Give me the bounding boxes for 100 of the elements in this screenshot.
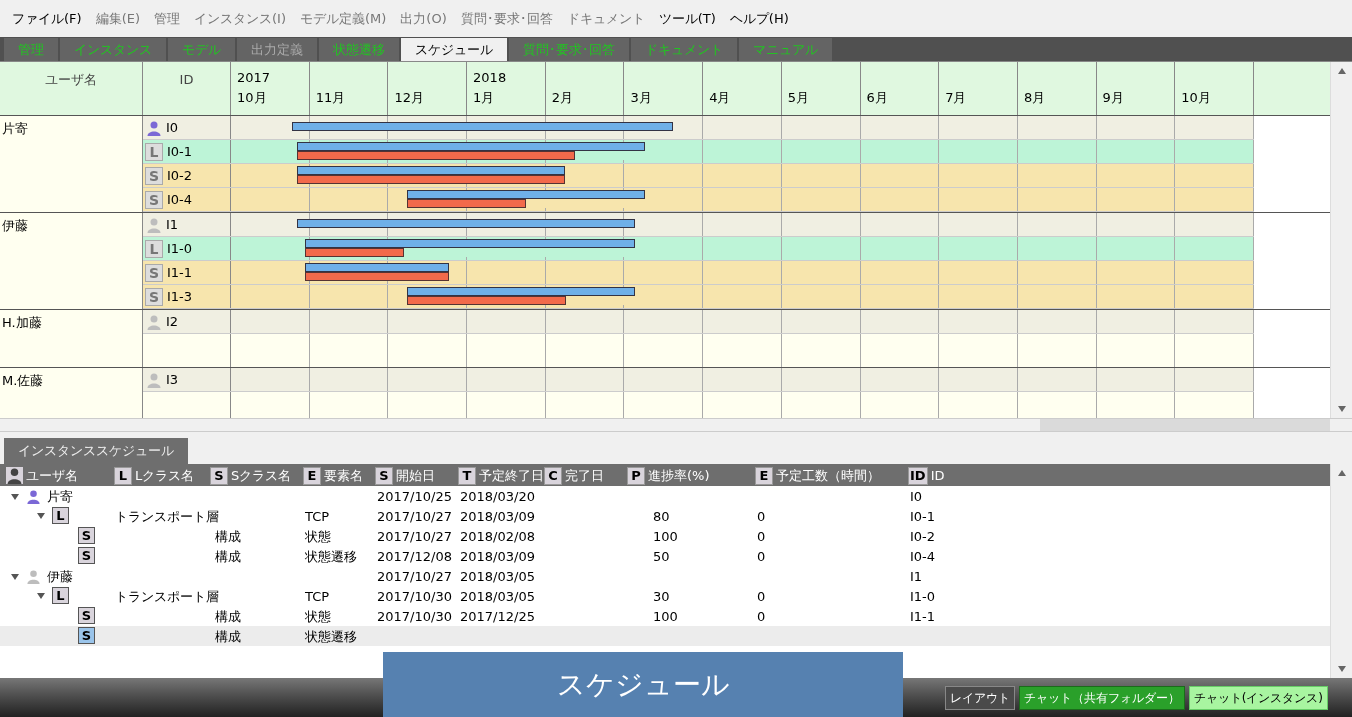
table-cell-text: 2017/10/30	[377, 608, 452, 626]
letter-badge: S	[375, 466, 393, 485]
table-cell-text: 2017/12/08	[377, 548, 452, 566]
id-label: I1-1	[167, 263, 193, 282]
user-name: 伊藤	[2, 218, 28, 233]
status-button[interactable]: チャット(インスタンス)	[1188, 685, 1328, 710]
table-cell-text: 2017/10/30	[377, 588, 452, 606]
table-cell-text: 2017/10/27	[377, 568, 452, 586]
column-header[interactable]: 進捗率(%)	[648, 466, 710, 486]
panel-tab[interactable]: インスタンススケジュール	[4, 438, 188, 464]
table-cell-text: I1-0	[910, 588, 936, 606]
column-header[interactable]: Sクラス名	[231, 466, 292, 486]
scrollbar[interactable]	[1330, 464, 1352, 678]
table-cell-text: 状態	[305, 608, 331, 626]
tab[interactable]: 管理	[4, 38, 58, 61]
table-cell-text: I0-1	[910, 508, 936, 526]
table-cell-text: 0	[757, 528, 766, 546]
table-cell-text: トランスポート層	[115, 588, 219, 606]
id-label: I3	[166, 370, 179, 389]
column-header[interactable]: 要素名	[324, 466, 363, 486]
month-label: 1月	[473, 88, 496, 107]
table-cell-text: 2018/03/09	[460, 508, 535, 526]
tab[interactable]: スケジュール	[401, 38, 507, 61]
column-header[interactable]: 予定終了日	[479, 466, 544, 486]
column-header[interactable]: ID	[930, 466, 945, 486]
menu-item[interactable]: ツール(T)	[658, 8, 716, 29]
table-cell-text: 80	[653, 508, 670, 526]
tab[interactable]: インスタンス	[60, 38, 166, 61]
letter-badge: S	[145, 287, 163, 306]
letter-badge: L	[52, 587, 69, 604]
id-label: I1	[166, 215, 179, 234]
letter-badge: S	[78, 547, 95, 564]
month-label: 4月	[709, 88, 732, 107]
menu-item[interactable]: ヘルプ(H)	[729, 8, 789, 29]
table-cell-text: 状態	[305, 528, 331, 546]
id-label: I1-0	[167, 239, 193, 258]
letter-badge: S	[145, 263, 163, 282]
letter-badge: S	[78, 607, 95, 624]
letter-badge: E	[303, 466, 321, 485]
status-button[interactable]: レイアウト	[944, 685, 1015, 710]
id-label: I0-4	[167, 190, 193, 209]
column-header[interactable]: Lクラス名	[135, 466, 195, 486]
letter-badge: ID	[908, 466, 928, 485]
scroll-up-icon[interactable]	[1337, 68, 1346, 74]
month-label: 2月	[551, 88, 575, 107]
id-label: I1-3	[167, 287, 193, 306]
user-name: 片寄	[2, 121, 28, 136]
letter-badge: T	[458, 466, 476, 485]
table-cell-text: 0	[757, 608, 766, 626]
tab[interactable]: マニュアル	[739, 38, 832, 61]
month-label: 6月	[866, 88, 889, 107]
user-name: M.佐藤	[2, 373, 44, 388]
id-label: I0	[166, 118, 179, 137]
column-header: ユーザ名	[0, 62, 143, 115]
column-header[interactable]: 完了日	[565, 466, 604, 486]
letter-badge: S	[210, 466, 228, 485]
letter-badge: S	[145, 166, 163, 185]
column-header[interactable]: ユーザ名	[26, 466, 78, 486]
table-cell-text: 30	[653, 588, 670, 606]
scrollbar[interactable]	[1330, 62, 1352, 418]
scroll-down-icon[interactable]	[1337, 406, 1346, 412]
table-cell-text: 0	[757, 588, 766, 606]
id-label: I2	[166, 312, 179, 331]
month-label: 5月	[787, 88, 811, 107]
year-label: 2017	[237, 69, 272, 87]
letter-badge: S	[145, 190, 163, 209]
month-label: 10月	[237, 88, 268, 107]
table-row[interactable]: S 構成 状態遷移	[0, 626, 1330, 646]
user-name: H.加藤	[2, 315, 42, 330]
letter-badge: L	[114, 466, 132, 485]
table-cell-text: 100	[653, 608, 678, 626]
table-cell-text: 構成	[215, 548, 241, 566]
table-cell-text: 0	[757, 548, 766, 566]
column-header[interactable]: 予定工数（時間）	[776, 466, 880, 486]
month-label: 7月	[945, 88, 968, 107]
table-cell-text: 2018/03/05	[460, 568, 535, 586]
expander-icon[interactable]	[11, 572, 19, 581]
table-cell-text: 2018/03/20	[460, 488, 535, 506]
expander-icon[interactable]	[11, 492, 19, 501]
column-header[interactable]: 開始日	[396, 466, 435, 486]
month-label: 11月	[315, 88, 347, 107]
table-cell-text: 0	[757, 508, 766, 526]
letter-badge: S	[78, 627, 95, 644]
scroll-down-icon[interactable]	[1337, 666, 1346, 672]
status-button[interactable]: チャット（共有フォルダー）	[1018, 685, 1185, 710]
tab[interactable]: ドキュメント	[631, 38, 737, 61]
table-cell-text: 構成	[215, 528, 241, 546]
person-icon	[6, 467, 23, 485]
id-label: I0-2	[167, 166, 193, 185]
tab[interactable]: 状態遷移	[319, 38, 399, 61]
menu-item[interactable]: ファイル(F)	[12, 8, 82, 29]
table-cell-text: TCP	[305, 508, 330, 526]
expander-icon[interactable]	[37, 511, 45, 520]
horizontal-scrollbar[interactable]	[0, 418, 1352, 432]
table-cell-text: トランスポート層	[115, 508, 219, 526]
scroll-up-icon[interactable]	[1337, 470, 1346, 476]
tab[interactable]: 質問･要求･回答	[509, 38, 629, 61]
tab[interactable]: モデル	[168, 38, 235, 61]
table-cell-text: 2018/03/09	[460, 548, 535, 566]
expander-icon[interactable]	[37, 591, 45, 600]
